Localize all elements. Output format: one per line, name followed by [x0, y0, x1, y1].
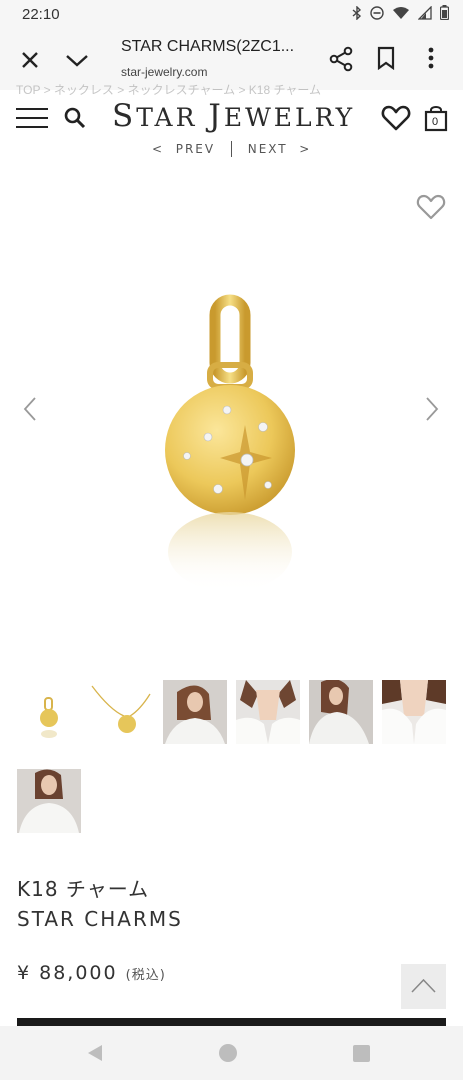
more-vert-icon[interactable] — [424, 46, 438, 70]
browser-toolbar: STAR CHARMS(2ZC1... star-jewelry.com — [0, 28, 463, 90]
chevron-left-icon[interactable] — [22, 396, 38, 422]
thumbnail-model-4[interactable] — [382, 680, 446, 744]
status-time: 22:10 — [22, 5, 60, 23]
signal-icon — [417, 4, 432, 24]
prev-arrow: < — [152, 141, 165, 156]
logo-text-ewelry: EWELRY — [223, 103, 356, 132]
chevron-up-icon — [411, 978, 436, 993]
thumbnail-pendant[interactable] — [17, 680, 81, 744]
tax-note: (税込) — [125, 968, 166, 983]
wishlist-heart-icon[interactable] — [416, 193, 446, 221]
bookmark-icon[interactable] — [376, 46, 396, 71]
back-triangle-icon[interactable] — [86, 1044, 104, 1062]
browser-page-title: STAR CHARMS(2ZC1... — [121, 38, 295, 55]
chevron-down-icon[interactable] — [64, 50, 90, 72]
status-bar: 22:10 — [0, 0, 463, 28]
price-value: ¥ 88,000 — [17, 962, 118, 984]
logo-letter-s: S — [112, 98, 137, 134]
home-circle-icon[interactable] — [219, 1044, 237, 1062]
product-main-image[interactable] — [150, 290, 310, 600]
search-icon[interactable] — [63, 106, 87, 130]
prev-link[interactable]: < PREV — [152, 142, 215, 156]
cart-icon[interactable]: 0 — [424, 104, 448, 132]
product-name-english: STAR CHARMS — [17, 907, 183, 931]
prev-next-divider — [230, 141, 232, 157]
wifi-icon — [392, 5, 410, 24]
logo-text-tar: TAR — [136, 103, 209, 132]
thumbnail-model-5[interactable] — [17, 769, 81, 833]
chevron-right-icon[interactable] — [424, 396, 440, 422]
site-logo[interactable]: STAR JEWELRY — [112, 98, 355, 134]
close-icon[interactable] — [18, 48, 42, 72]
share-icon[interactable] — [329, 46, 353, 72]
favorites-heart-icon[interactable] — [381, 104, 411, 132]
recents-square-icon[interactable] — [353, 1045, 370, 1062]
next-label: NEXT — [247, 141, 288, 156]
battery-icon — [439, 4, 450, 24]
product-name-japanese: K18 チャーム — [17, 877, 150, 901]
thumbnail-model-2[interactable] — [236, 680, 300, 744]
back-to-top-button[interactable] — [401, 964, 446, 1009]
thumbnail-necklace[interactable] — [90, 680, 154, 744]
next-arrow: > — [299, 141, 312, 156]
bluetooth-icon — [352, 4, 362, 24]
logo-letter-j: J — [208, 98, 224, 134]
thumbnail-model-1[interactable] — [163, 680, 227, 744]
menu-icon[interactable] — [16, 108, 48, 128]
prev-label: PREV — [175, 141, 216, 156]
do-not-disturb-icon — [370, 5, 384, 24]
status-icons — [352, 4, 450, 24]
site-header: STAR JEWELRY 0 — [0, 96, 463, 142]
cart-count: 0 — [432, 116, 439, 128]
browser-url[interactable]: star-jewelry.com — [121, 65, 207, 79]
system-nav-bar — [0, 1026, 463, 1080]
thumbnail-model-3[interactable] — [309, 680, 373, 744]
prev-next-nav: < PREV NEXT > — [152, 141, 311, 157]
next-link[interactable]: NEXT > — [248, 142, 312, 156]
product-price: ¥ 88,000 (税込) — [17, 962, 166, 984]
